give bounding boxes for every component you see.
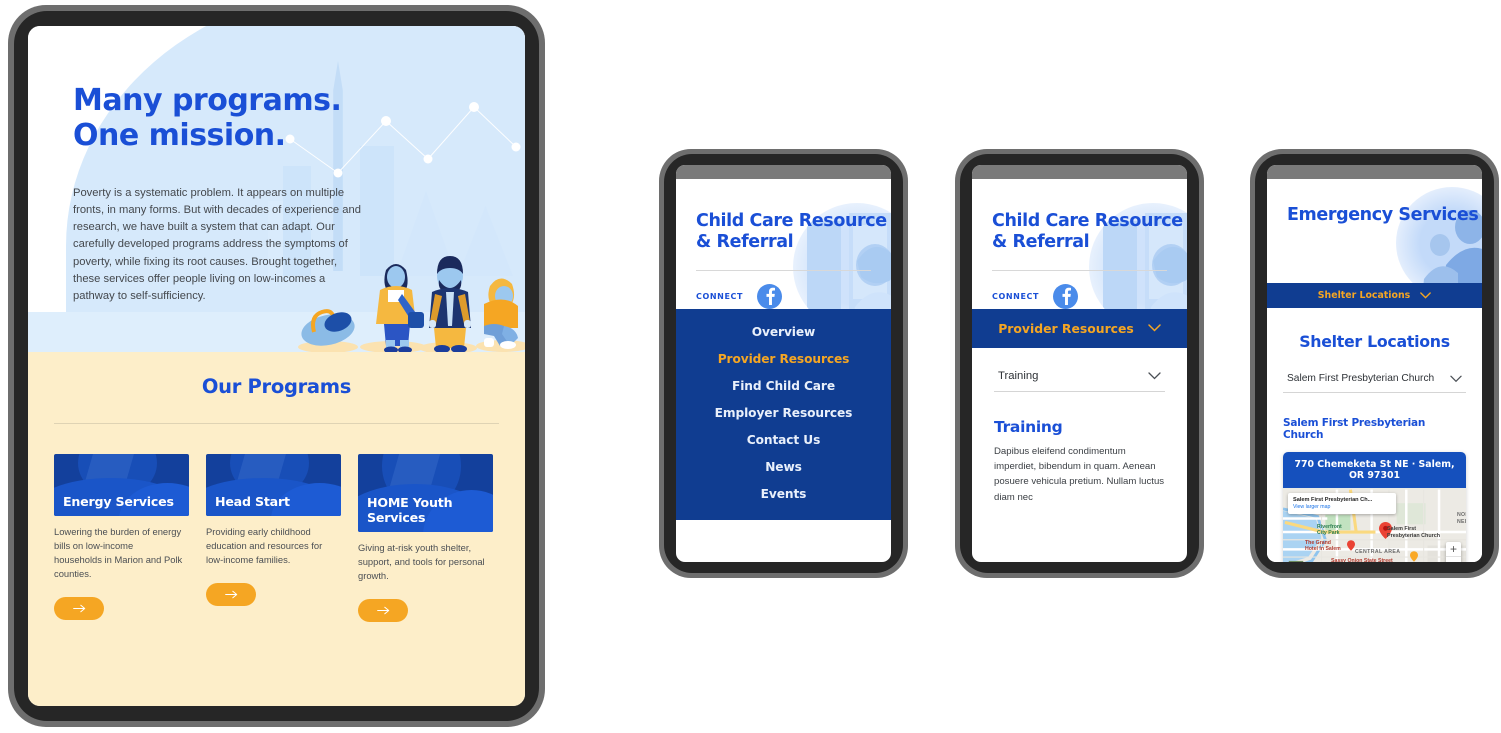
map-hotel-pin-icon bbox=[1347, 540, 1355, 551]
facebook-icon[interactable] bbox=[1053, 283, 1079, 309]
arrow-right-icon bbox=[72, 605, 85, 613]
phone-device-provider-resources: Child Care Resource & Referral CONNECT P… bbox=[955, 149, 1204, 578]
phone3-status-bar bbox=[1267, 165, 1482, 179]
nav-item-employer-resources[interactable]: Employer Resources bbox=[676, 400, 891, 427]
program-card-image: HOME Youth Services bbox=[358, 454, 493, 532]
map-label: CENTRAL AREA bbox=[1355, 549, 1401, 555]
phone2-header: Child Care Resource & Referral CONNECT bbox=[972, 179, 1187, 309]
nav-item-provider-resources[interactable]: Provider Resources bbox=[676, 346, 891, 373]
shelter-locations-heading: Shelter Locations bbox=[1299, 332, 1450, 351]
map-label: Sassy Onion State Street bbox=[1331, 558, 1393, 562]
program-card-description: Lowering the burden of energy bills on l… bbox=[54, 526, 183, 580]
tablet-device: Many programs. One mission. Poverty is a… bbox=[8, 5, 545, 727]
programs-divider bbox=[54, 423, 499, 424]
phone-device-menu: Child Care Resource & Referral CONNECT O… bbox=[659, 149, 908, 578]
phone1-nav-menu: Overview Provider Resources Find Child C… bbox=[676, 308, 891, 520]
map-label: Riverfront City Park bbox=[1317, 524, 1342, 537]
connect-label: CONNECT bbox=[696, 291, 744, 301]
tablet-programs-section: Our Programs Energy Services Lowering th… bbox=[28, 352, 525, 706]
phone3-screen: Emergency Services Shelter Locations She… bbox=[1267, 165, 1482, 562]
dropdown-bar-label: Shelter Locations bbox=[1317, 290, 1411, 301]
program-card[interactable]: Head Start Providing early childhood edu… bbox=[206, 454, 341, 607]
phone3-header: Emergency Services bbox=[1267, 179, 1482, 283]
shelter-select-value: Salem First Presbyterian Church bbox=[1287, 373, 1435, 384]
program-card-description: Giving at-risk youth shelter, support, a… bbox=[358, 542, 485, 582]
screenshot-stage: Many programs. One mission. Poverty is a… bbox=[0, 0, 1501, 733]
facebook-glyph-icon bbox=[766, 287, 775, 306]
phone2-connect-row: CONNECT bbox=[972, 271, 1187, 309]
shelter-locations-dropdown-bar[interactable]: Shelter Locations bbox=[1267, 283, 1482, 308]
program-card-title: HOME Youth Services bbox=[367, 494, 453, 525]
map-address-bar: 770 Chemeketa St NE · Salem, OR 97301 bbox=[1283, 452, 1466, 488]
chevron-down-icon bbox=[1148, 372, 1161, 380]
map-zoom-out-button[interactable]: − bbox=[1446, 557, 1461, 563]
program-card-title: Energy Services bbox=[63, 493, 174, 509]
program-card[interactable]: Energy Services Lowering the burden of e… bbox=[54, 454, 189, 621]
shelter-subheading: Salem First Presbyterian Church bbox=[1283, 417, 1426, 441]
provider-resources-dropdown-bar[interactable]: Provider Resources bbox=[972, 308, 1187, 348]
chevron-down-icon bbox=[1148, 324, 1161, 332]
program-card-image: Head Start bbox=[206, 454, 341, 516]
program-card-arrow-button[interactable] bbox=[358, 599, 408, 623]
hero-heading-line2: One mission. bbox=[73, 118, 286, 154]
map-pin-label: Salem First Presbyterian Church bbox=[1387, 526, 1441, 539]
phone1-header: Child Care Resource & Referral CONNECT bbox=[676, 179, 891, 309]
training-select[interactable]: Training bbox=[994, 348, 1165, 392]
phone-device-emergency-services: Emergency Services Shelter Locations She… bbox=[1250, 149, 1499, 578]
nav-item-news[interactable]: News bbox=[676, 454, 891, 481]
map-info-window[interactable]: Salem First Presbyterian Ch... View larg… bbox=[1288, 493, 1396, 514]
training-paragraph: Dapibus eleifend condimentum imperdiet, … bbox=[994, 445, 1165, 503]
training-select-value: Training bbox=[998, 369, 1039, 382]
programs-title: Our Programs bbox=[201, 375, 352, 398]
map-label: The Grand Hotel in Salem bbox=[1305, 540, 1341, 553]
map-canvas[interactable]: Salem First Presbyterian Ch... View larg… bbox=[1283, 488, 1466, 562]
program-card[interactable]: HOME Youth Services Giving at-risk youth… bbox=[358, 454, 493, 623]
program-cards-list: Energy Services Lowering the burden of e… bbox=[54, 454, 499, 623]
phone2-screen: Child Care Resource & Referral CONNECT P… bbox=[972, 165, 1187, 562]
nav-item-events[interactable]: Events bbox=[676, 481, 891, 508]
dropdown-bar-label: Provider Resources bbox=[998, 320, 1134, 336]
shelter-map-card: 770 Chemeketa St NE · Salem, OR 97301 Sa… bbox=[1283, 452, 1466, 562]
program-card-title: Head Start bbox=[215, 493, 290, 509]
program-card-arrow-button[interactable] bbox=[206, 583, 256, 607]
hero-heading: Many programs. One mission. bbox=[73, 83, 342, 154]
tablet-screen: Many programs. One mission. Poverty is a… bbox=[28, 26, 525, 706]
connect-label: CONNECT bbox=[992, 291, 1040, 301]
map-zoom-in-button[interactable]: + bbox=[1446, 542, 1461, 557]
phone3-body: Shelter Locations Salem First Presbyteri… bbox=[1267, 332, 1482, 562]
map-restaurant-pin-icon bbox=[1410, 551, 1418, 562]
nav-item-find-child-care[interactable]: Find Child Care bbox=[676, 373, 891, 400]
nav-item-contact-us[interactable]: Contact Us bbox=[676, 427, 891, 454]
program-card-arrow-button[interactable] bbox=[54, 597, 104, 621]
nav-item-overview[interactable]: Overview bbox=[676, 319, 891, 346]
facebook-icon[interactable] bbox=[757, 283, 783, 309]
phone2-body: Training Training Dapibus eleifend condi… bbox=[972, 347, 1187, 506]
phone2-title: Child Care Resource & Referral bbox=[992, 211, 1183, 253]
hero-people-illustration bbox=[298, 256, 525, 352]
phone1-screen: Child Care Resource & Referral CONNECT O… bbox=[676, 165, 891, 562]
shelter-select[interactable]: Salem First Presbyterian Church bbox=[1283, 373, 1466, 393]
hero-heading-line1: Many programs. bbox=[73, 83, 342, 118]
phone1-title: Child Care Resource & Referral bbox=[696, 211, 887, 253]
facebook-glyph-icon bbox=[1062, 287, 1071, 306]
chevron-down-icon bbox=[1420, 292, 1432, 299]
map-zoom-controls: + − bbox=[1446, 542, 1461, 562]
map-info-title: Salem First Presbyterian Ch... bbox=[1293, 497, 1373, 503]
phone1-status-bar bbox=[676, 165, 891, 179]
program-card-image: Energy Services bbox=[54, 454, 189, 516]
map-label: NORTH NEIG bbox=[1457, 512, 1466, 525]
chevron-down-icon bbox=[1450, 375, 1462, 383]
tablet-hero-section: Many programs. One mission. Poverty is a… bbox=[28, 26, 525, 352]
phone3-title: Emergency Services bbox=[1287, 205, 1479, 225]
phone1-connect-row: CONNECT bbox=[676, 271, 891, 309]
arrow-right-icon bbox=[224, 591, 237, 599]
map-view-larger-link[interactable]: View larger map bbox=[1293, 504, 1391, 510]
arrow-right-icon bbox=[376, 607, 389, 615]
phone2-status-bar bbox=[972, 165, 1187, 179]
program-card-description: Providing early childhood education and … bbox=[206, 526, 323, 566]
training-heading: Training bbox=[994, 417, 1063, 436]
